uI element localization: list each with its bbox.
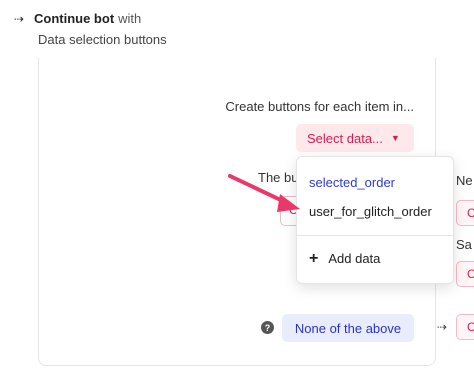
connector-arrow-icon: ⇢	[437, 320, 448, 334]
none-of-the-above-button[interactable]: None of the above	[282, 314, 414, 342]
help-icon[interactable]: ?	[261, 321, 274, 334]
